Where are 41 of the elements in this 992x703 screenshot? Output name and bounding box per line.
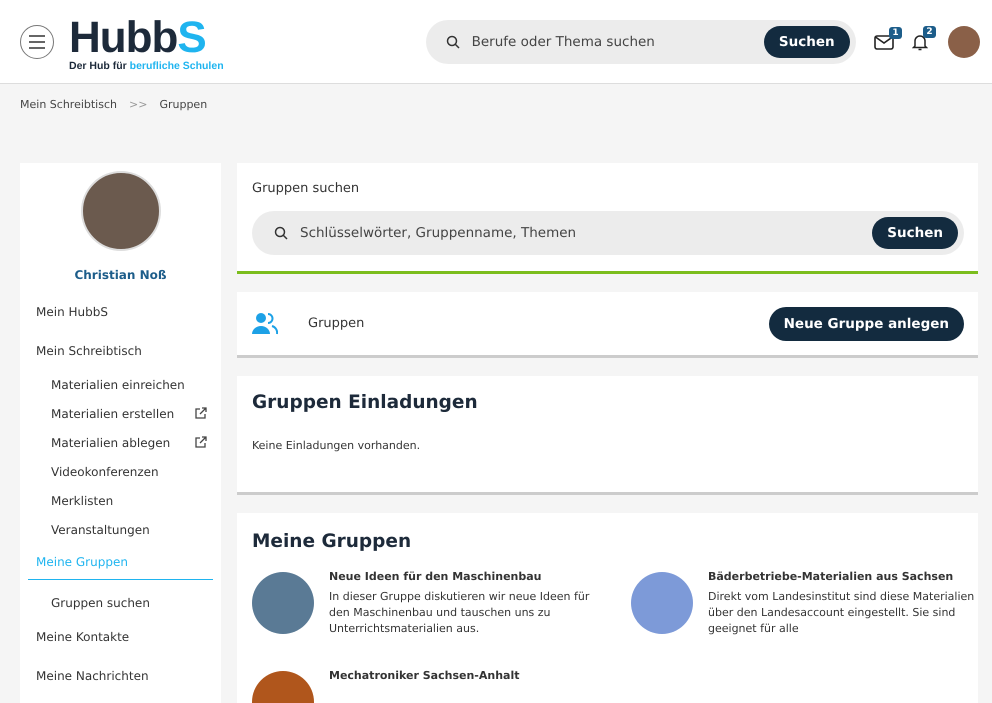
search-field[interactable]: Berufe oder Thema suchen Suchen (426, 20, 856, 64)
group-name-link[interactable]: Bäderbetriebe-Materialien aus Sachsen (708, 570, 980, 583)
menu-icon (28, 34, 46, 48)
sidebar-item[interactable]: Mein HubbS (20, 292, 221, 331)
users-icon (252, 312, 278, 336)
new-group-button[interactable]: Neue Gruppe anlegen (768, 306, 964, 340)
menu-button[interactable] (20, 24, 54, 58)
notification-badge: 1 (889, 26, 902, 38)
group-name-link[interactable]: Neue Ideen für den Maschinenbau (329, 570, 601, 583)
logo[interactable]: HubbS Der Hub für berufliche Schulen (69, 18, 224, 72)
search-icon (446, 34, 460, 48)
search-icon (274, 226, 288, 240)
breadcrumb-separator: >> (129, 98, 148, 110)
user-avatar[interactable] (948, 26, 980, 58)
sidebar-item[interactable]: Videokonferenzen (20, 457, 221, 486)
search-button[interactable]: Suchen (764, 26, 850, 58)
breadcrumb-link[interactable]: Gruppen (159, 98, 208, 110)
sidebar-item[interactable]: Materialien ablegen (20, 428, 221, 457)
user-name: Christian Noß (73, 268, 168, 282)
empty-message: Keine Einladungen vorhanden. (252, 439, 422, 452)
group-description: In dieser Gruppe diskutieren wir neue Ideen für den Maschinenbau und tauschen uns zu Unterrichtsmaterialien aus. (329, 589, 590, 637)
sidebar-item[interactable]: Veranstaltungen (20, 515, 221, 544)
bell-icon[interactable] (912, 32, 928, 50)
section-heading: Gruppen Einladungen (252, 392, 479, 413)
group-name-link[interactable]: Mechatroniker Sachsen-Anhalt (329, 669, 520, 682)
mail-icon[interactable] (874, 34, 894, 50)
sidebar-item[interactable]: Materialien einreichen (20, 370, 221, 399)
sidebar-item[interactable]: Merklisten (20, 486, 221, 515)
card-title: Gruppen suchen (252, 181, 360, 196)
sidebar-item[interactable]: Materialien erstellen (20, 399, 221, 428)
sidebar-item[interactable]: Gruppen suchen (20, 588, 221, 617)
section-heading: Meine Gruppen (252, 531, 412, 552)
sidebar-item[interactable]: Mein Schreibtisch (20, 331, 221, 370)
sidebar-item[interactable]: Meine Nachrichten (20, 656, 221, 695)
breadcrumb-link[interactable]: Mein Schreibtisch (20, 98, 117, 110)
notification-badge: 2 (923, 26, 936, 38)
search-button[interactable]: Suchen (872, 217, 958, 249)
section-label: Gruppen (308, 316, 366, 331)
group-search-field[interactable]: Schlüsselwörter, Gruppenname, Themen Suchen (252, 211, 964, 255)
group-description: Direkt vom Landesinstitut sind diese Materialien über den Landesaccount eingestellt. Sie sind geeignet für alle (708, 589, 976, 637)
sidebar-item[interactable]: Meine Kontakte (20, 617, 221, 656)
